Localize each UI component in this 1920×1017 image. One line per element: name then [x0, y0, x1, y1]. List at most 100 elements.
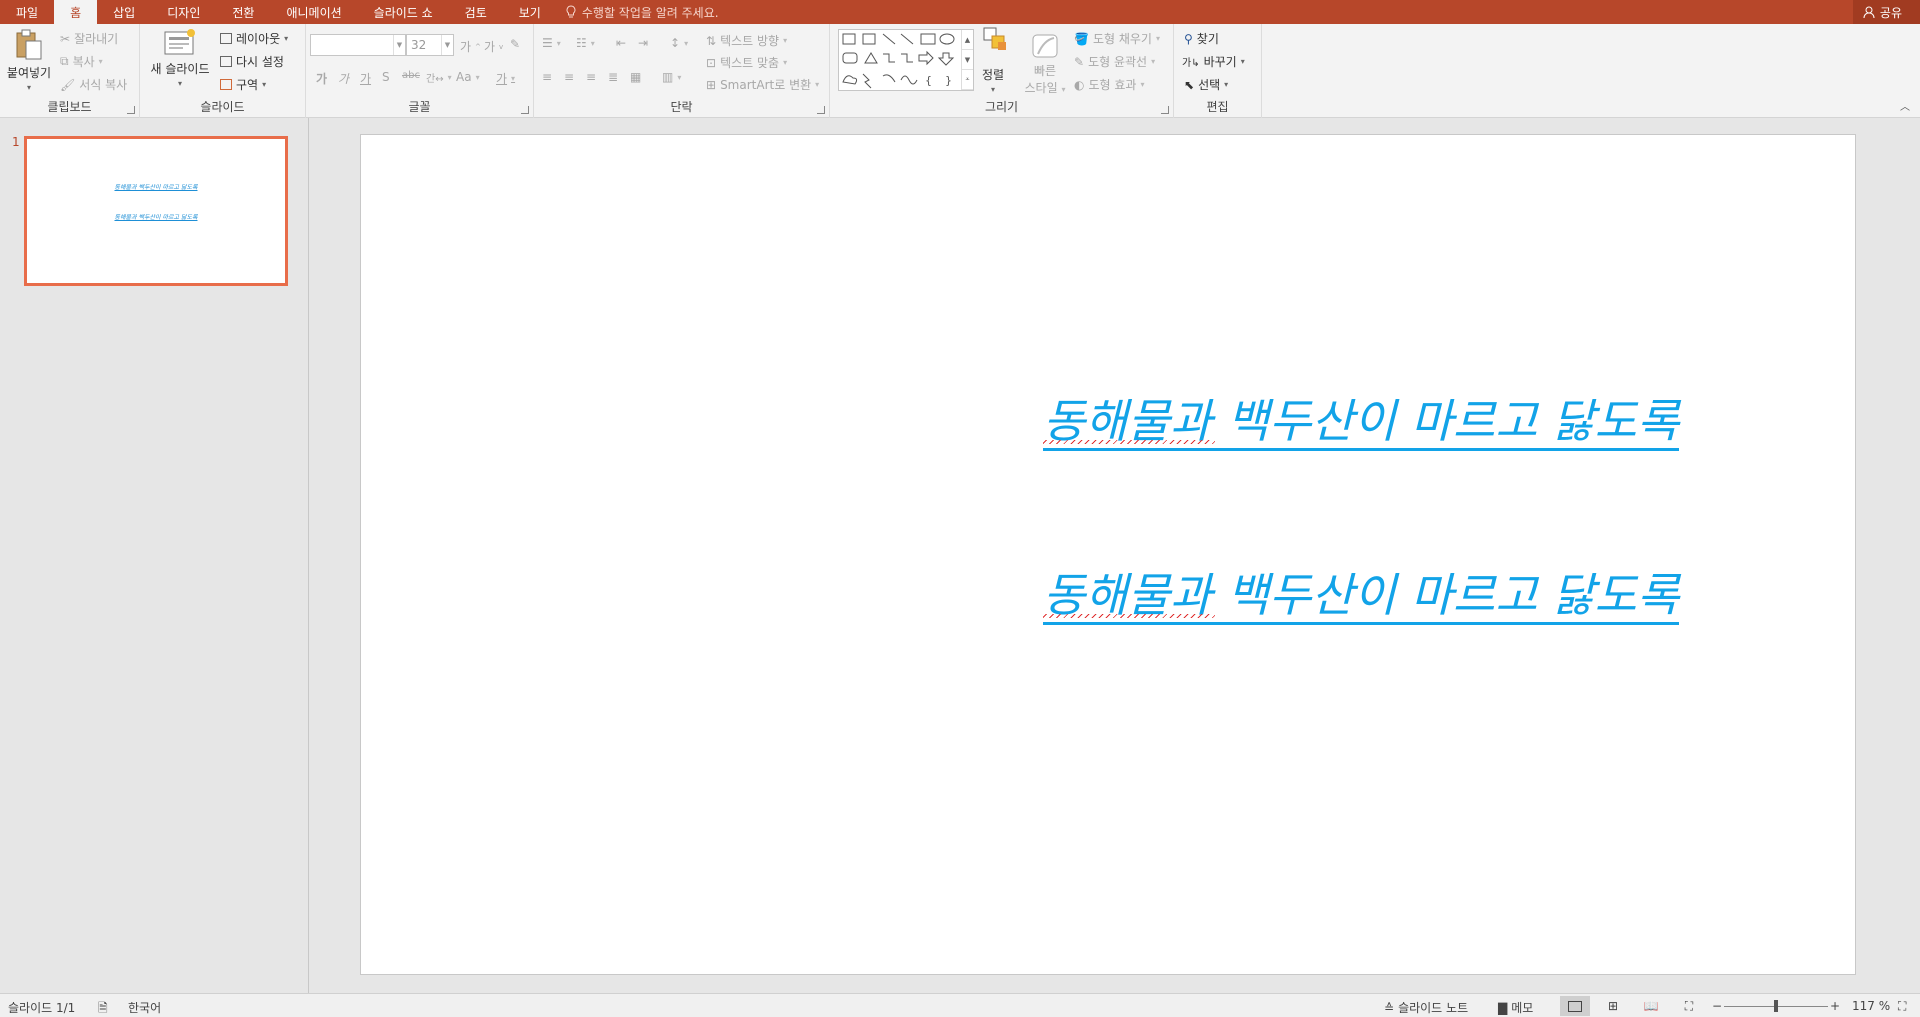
quick-styles-button[interactable]: 빠른 스타일 ▾: [1020, 32, 1070, 96]
format-painter-label: 서식 복사: [79, 78, 128, 92]
tab-file[interactable]: 파일: [0, 0, 54, 24]
reading-view-button[interactable]: 📖: [1636, 996, 1666, 1016]
copy-button[interactable]: ⧉ 복사 ▾: [60, 53, 103, 70]
distributed-icon[interactable]: ▦: [630, 70, 641, 84]
drawing-launcher-icon[interactable]: [1161, 106, 1169, 114]
find-button[interactable]: ⚲ 찾기: [1184, 30, 1219, 47]
spellcheck-underline: [1042, 440, 1215, 444]
pen-icon: ✎: [1074, 54, 1085, 69]
bold-icon[interactable]: 가: [316, 70, 327, 87]
char-spacing-icon[interactable]: 간↔ ▾: [426, 70, 452, 85]
justify-icon[interactable]: ≣: [608, 70, 618, 84]
smartart-button[interactable]: ⊞ SmartArt로 변환 ▾: [706, 76, 819, 93]
bullets-icon[interactable]: ☰ ▾: [542, 36, 561, 50]
layout-button[interactable]: 레이아웃 ▾: [220, 30, 288, 47]
gallery-down-icon[interactable]: ▼: [962, 50, 973, 70]
align-text-button[interactable]: ⊡ 텍스트 맞춤 ▾: [706, 54, 787, 71]
comments-button[interactable]: ▇ 메모: [1498, 999, 1533, 1016]
gallery-more-icon[interactable]: ⩡: [962, 70, 973, 90]
slide-text-line: 동해물과 백두산이 마르고 닳도록: [1042, 568, 1680, 625]
tab-slideshow[interactable]: 슬라이드 쇼: [358, 0, 449, 24]
zoom-level[interactable]: 117 %: [1852, 999, 1890, 1013]
drawing-group-label: 그리기: [984, 100, 1019, 114]
paste-button[interactable]: 붙여넣기 ▾: [4, 28, 54, 92]
decrease-indent-icon[interactable]: ⇤: [616, 36, 626, 50]
font-launcher-icon[interactable]: [521, 106, 529, 114]
smartart-icon: ⊞: [706, 77, 717, 92]
font-name-dropdown-icon[interactable]: ▼: [393, 35, 405, 55]
tell-me-box[interactable]: 수행할 작업을 알려 주세요.: [557, 0, 719, 24]
zoom-slider-thumb[interactable]: [1774, 1000, 1778, 1012]
shape-effects-button[interactable]: ◐ 도형 효과 ▾: [1074, 76, 1144, 93]
tab-transitions[interactable]: 전환: [216, 0, 270, 24]
collapse-ribbon-icon[interactable]: ︿: [1900, 98, 1910, 113]
font-size-dropdown-icon[interactable]: ▼: [441, 35, 453, 55]
cut-button[interactable]: ✂ 잘라내기: [60, 30, 118, 47]
new-slide-button[interactable]: 새 슬라이드 ▾: [148, 28, 212, 88]
clipboard-launcher-icon[interactable]: [127, 106, 135, 114]
font-color-icon[interactable]: 가 ▾: [496, 70, 515, 87]
align-right-icon[interactable]: ≡: [586, 70, 596, 84]
paste-dropdown-icon[interactable]: ▾: [27, 83, 31, 92]
select-button[interactable]: ⬉ 선택 ▾: [1184, 76, 1228, 93]
align-left-icon[interactable]: ≡: [542, 70, 552, 84]
align-center-icon[interactable]: ≡: [564, 70, 574, 84]
shape-fill-button[interactable]: 🪣 도형 채우기 ▾: [1074, 30, 1160, 47]
slide-text-box[interactable]: 동해물과 백두산이 마르고 닳도록: [361, 559, 1855, 625]
text-direction-button[interactable]: ⇅ 텍스트 방향 ▾: [706, 32, 787, 49]
slide-canvas[interactable]: 동해물과 백두산이 마르고 닳도록 동해물과 백두산이 마르고 닳도록: [360, 134, 1856, 975]
line-spacing-icon[interactable]: ↕ ▾: [670, 36, 688, 50]
language-indicator[interactable]: 한국어: [128, 999, 161, 1016]
new-slide-dropdown-icon[interactable]: ▾: [178, 79, 182, 88]
section-dropdown-icon[interactable]: ▾: [262, 80, 266, 89]
zoom-in-button[interactable]: +: [1830, 999, 1840, 1013]
format-painter-button[interactable]: 🖌 서식 복사: [60, 76, 127, 93]
paste-icon: [16, 29, 42, 60]
slides-group: 새 슬라이드 ▾ 레이아웃 ▾ 다시 설정 구역 ▾ 슬라이드: [140, 24, 306, 118]
clear-format-icon[interactable]: ✎: [510, 37, 520, 51]
slide-sorter-view-button[interactable]: ⊞: [1598, 996, 1628, 1016]
strikethrough-icon[interactable]: abc: [402, 70, 420, 81]
zoom-out-button[interactable]: −: [1712, 999, 1722, 1013]
underline-icon[interactable]: 가: [360, 70, 371, 87]
tab-view[interactable]: 보기: [503, 0, 557, 24]
numbering-icon[interactable]: ☷ ▾: [576, 36, 595, 50]
slide-text-box[interactable]: 동해물과 백두산이 마르고 닳도록: [361, 385, 1855, 451]
layout-dropdown-icon[interactable]: ▾: [284, 34, 288, 43]
arrange-dropdown-icon[interactable]: ▾: [991, 85, 995, 94]
section-button[interactable]: 구역 ▾: [220, 76, 266, 93]
increase-indent-icon[interactable]: ⇥: [638, 36, 648, 50]
tab-review[interactable]: 검토: [449, 0, 503, 24]
share-button[interactable]: 공유: [1852, 0, 1920, 24]
italic-icon[interactable]: 가: [338, 70, 349, 87]
editing-group-label: 편집: [1206, 100, 1229, 114]
paragraph-launcher-icon[interactable]: [817, 106, 825, 114]
copy-dropdown-icon[interactable]: ▾: [99, 57, 103, 66]
tab-insert[interactable]: 삽입: [97, 0, 151, 24]
gallery-up-icon[interactable]: ▲: [962, 30, 973, 50]
change-case-icon[interactable]: Aa ▾: [456, 70, 480, 84]
slide-thumbnail[interactable]: 동해물과 백두산이 마르고 닳도록 동해물과 백두산이 마르고 닳도록: [24, 136, 288, 286]
columns-icon[interactable]: ▥ ▾: [662, 70, 681, 84]
replace-button[interactable]: 가↳ 바꾸기 ▾: [1182, 53, 1245, 70]
cursor-icon: ⬉: [1184, 77, 1195, 92]
tab-design[interactable]: 디자인: [151, 0, 216, 24]
fit-to-window-icon[interactable]: ⛶: [1898, 999, 1906, 1014]
font-size-combobox[interactable]: 32 ▼: [406, 34, 454, 56]
shapes-gallery[interactable]: { } ▲ ▼ ⩡: [838, 29, 974, 91]
notes-button[interactable]: ≙ 슬라이드 노트: [1384, 999, 1468, 1016]
spellcheck-status-icon[interactable]: 🗎: [98, 999, 108, 1017]
slideshow-view-button[interactable]: ⛶: [1674, 996, 1704, 1016]
normal-view-button[interactable]: [1560, 996, 1590, 1016]
shape-outline-button[interactable]: ✎ 도형 윤곽선 ▾: [1074, 53, 1155, 70]
shrink-font-icon[interactable]: 가v: [484, 38, 503, 55]
grow-font-icon[interactable]: 가 ^: [460, 38, 481, 55]
tab-home[interactable]: 홈: [54, 0, 98, 24]
shadow-icon[interactable]: S: [382, 70, 390, 84]
reset-button[interactable]: 다시 설정: [220, 53, 284, 70]
shapes-gallery-scroll[interactable]: ▲ ▼ ⩡: [961, 30, 973, 90]
arrange-button[interactable]: 정렬 ▾: [982, 27, 1006, 94]
layout-label: 레이아웃: [236, 32, 281, 46]
font-name-combobox[interactable]: ▼: [310, 34, 406, 56]
tab-animations[interactable]: 애니메이션: [270, 0, 357, 24]
